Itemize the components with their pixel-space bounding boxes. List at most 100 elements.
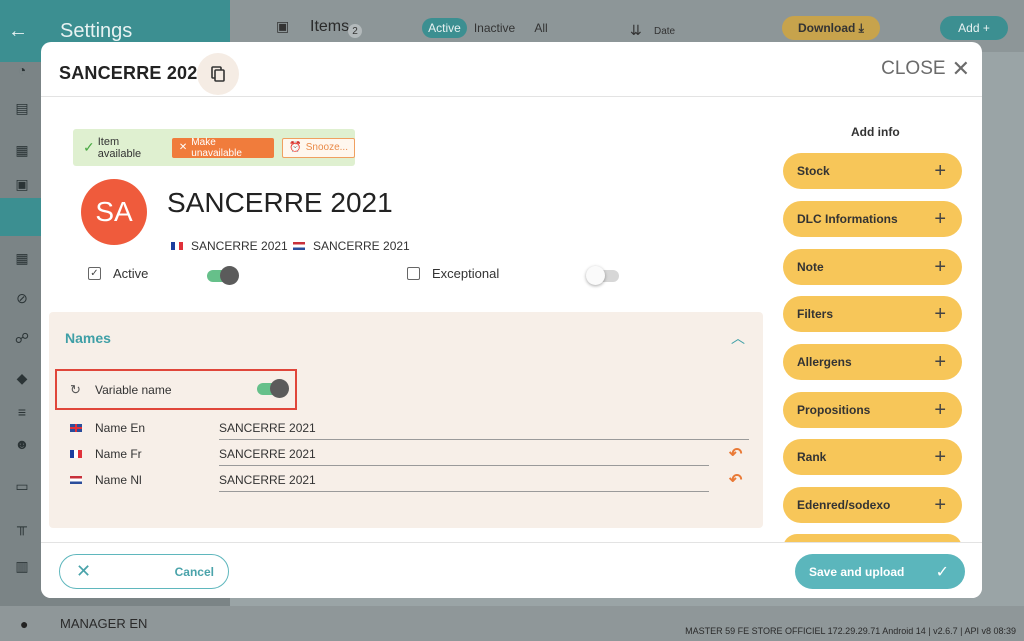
product-name: SANCERRE 2021	[167, 187, 393, 218]
chevron-up-icon[interactable]: ︿	[731, 328, 745, 348]
close-button[interactable]: CLOSE ✕	[881, 56, 970, 82]
names-section-title[interactable]: Names	[65, 330, 111, 346]
translation-fr: SANCERRE 2021	[171, 239, 288, 253]
name-fr-underline	[219, 465, 709, 466]
box-icon[interactable]: ▣	[12, 174, 32, 194]
variable-name-toggle[interactable]	[257, 379, 289, 398]
make-unavailable-button[interactable]: ✕ Make unavailable	[171, 136, 275, 159]
name-en-input[interactable]: SANCERRE 2021	[219, 421, 316, 435]
add-info-note-button[interactable]: Note +	[783, 249, 962, 285]
status-bar-text: MASTER 59 FE STORE OFFICIEL 172.29.29.71…	[685, 626, 1016, 636]
toggle-knob	[220, 266, 239, 285]
plus-icon: +	[934, 350, 946, 373]
items-count-badge: 2	[348, 24, 362, 38]
download-button[interactable]: Download ⤓	[782, 16, 880, 40]
hierarchy-icon[interactable]: ☍	[12, 328, 32, 348]
name-row-fr: Name Fr SANCERRE 2021 ↶	[49, 442, 763, 466]
add-info-title: Add info	[851, 125, 900, 139]
name-nl-underline	[219, 491, 709, 492]
cancel-label: Cancel	[174, 564, 214, 579]
modal-header: SANCERRE 2021 CLOSE ✕	[41, 42, 982, 97]
id-card-icon[interactable]: ▭	[12, 476, 32, 496]
grid-icon[interactable]: ▦	[12, 248, 32, 268]
add-info-rank-button[interactable]: Rank +	[783, 439, 962, 475]
users-icon[interactable]: ☻	[12, 434, 32, 454]
exceptional-label: Exceptional	[432, 266, 500, 281]
plus-icon: +	[982, 21, 990, 35]
exceptional-row: Exceptional	[407, 266, 499, 281]
add-info-stock-button[interactable]: Stock +	[783, 153, 962, 189]
document-icon[interactable]: ▤	[12, 98, 32, 118]
toggle-knob	[270, 379, 289, 398]
add-info-label: Stock	[797, 164, 830, 178]
add-info-propositions-button[interactable]: Propositions +	[783, 392, 962, 428]
tag-icon[interactable]: ◆	[12, 368, 32, 388]
back-arrow-icon[interactable]: ←	[8, 20, 32, 43]
folder-icon[interactable]: ▦	[12, 140, 32, 160]
netherlands-flag-icon	[293, 242, 305, 250]
download-label: Download	[798, 21, 856, 35]
save-label: Save and upload	[809, 564, 905, 579]
add-info-label: DLC Informations	[797, 212, 898, 226]
plus-icon: +	[934, 445, 946, 468]
name-row-nl: Name Nl SANCERRE 2021 ↶	[49, 468, 763, 492]
product-avatar[interactable]: SA	[81, 179, 147, 245]
plus-icon: +	[934, 255, 946, 278]
add-button[interactable]: Add +	[940, 16, 1008, 40]
variable-name-row: ↻ Variable name	[55, 369, 297, 410]
name-row-en: Name En SANCERRE 2021	[49, 416, 763, 440]
variable-name-label: Variable name	[95, 383, 172, 397]
active-label: Active	[113, 266, 149, 281]
name-nl-label: Name Nl	[95, 473, 142, 487]
check-icon: ✓	[935, 563, 949, 581]
background-sidebar-active-item	[0, 198, 42, 236]
name-en-underline	[219, 439, 749, 440]
exceptional-toggle[interactable]	[586, 266, 619, 285]
copy-translation-arrow-icon[interactable]: ↶	[729, 444, 742, 464]
plus-icon: +	[934, 302, 946, 325]
add-info-label: Rank	[797, 450, 827, 464]
edit-item-modal: SANCERRE 2021 CLOSE ✕ ✓ Item available ✕…	[41, 42, 982, 598]
add-info-label: Edenred/sodexo	[797, 498, 891, 512]
add-info-edenred-button[interactable]: Edenred/sodexo +	[783, 487, 962, 523]
name-fr-input[interactable]: SANCERRE 2021	[219, 447, 316, 461]
netherlands-flag-icon	[70, 476, 82, 484]
filter-inactive[interactable]: Inactive	[472, 18, 517, 38]
sort-label[interactable]: Date	[654, 26, 675, 37]
modal-title: SANCERRE 2021	[59, 63, 208, 83]
modal-footer: ✕ Cancel Save and upload ✓	[41, 542, 982, 598]
copy-icon	[211, 66, 225, 82]
name-fr-label: Name Fr	[95, 447, 142, 461]
active-checkbox[interactable]: ✓	[88, 267, 101, 280]
sort-icon[interactable]: ⇊	[630, 22, 642, 39]
exceptional-checkbox[interactable]	[407, 267, 420, 280]
filter-active[interactable]: Active	[422, 18, 467, 38]
filter-all[interactable]: All	[525, 18, 557, 38]
add-info-filters-button[interactable]: Filters +	[783, 296, 962, 332]
toggle-knob	[586, 266, 605, 285]
cancel-button[interactable]: ✕ Cancel	[59, 554, 229, 589]
link-icon[interactable]: ⊘	[12, 288, 32, 308]
add-info-label: Allergens	[797, 355, 852, 369]
name-nl-input[interactable]: SANCERRE 2021	[219, 473, 316, 487]
duplicate-button[interactable]	[197, 53, 239, 95]
save-and-upload-button[interactable]: Save and upload ✓	[795, 554, 965, 589]
add-info-dlc-button[interactable]: DLC Informations +	[783, 201, 962, 237]
printer-icon[interactable]: ▥	[12, 556, 32, 576]
names-section: Names ︿ ↻ Variable name Name En SANCERRE…	[49, 312, 763, 528]
active-row: ✓ Active	[88, 266, 148, 281]
chair-icon[interactable]: ╥	[12, 516, 32, 536]
add-info-label: Propositions	[797, 403, 871, 417]
plus-icon: +	[934, 207, 946, 230]
close-icon: ✕	[76, 561, 92, 581]
plus-icon: +	[934, 493, 946, 516]
translation-nl: SANCERRE 2021	[293, 239, 410, 253]
snooze-button[interactable]: ⏰ Snooze...	[282, 137, 355, 158]
make-unavailable-label: Make unavailable	[191, 136, 242, 159]
active-toggle[interactable]	[207, 266, 239, 285]
add-info-label: Filters	[797, 307, 834, 321]
copy-translation-arrow-icon[interactable]: ↶	[729, 470, 742, 490]
add-info-allergens-button[interactable]: Allergens +	[783, 344, 962, 380]
timer-icon[interactable]: ◔	[12, 60, 32, 80]
sliders-icon[interactable]: ≡	[12, 402, 32, 422]
